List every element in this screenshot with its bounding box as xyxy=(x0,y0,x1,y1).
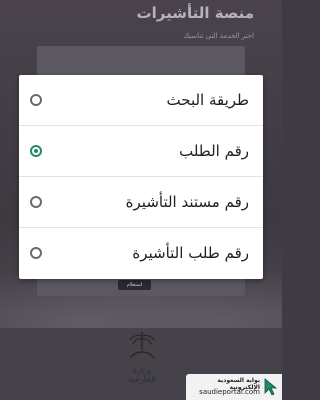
cursor-icon xyxy=(264,378,278,396)
ministry-label: وزارة الخارجية xyxy=(128,366,156,384)
option-visa-request-number[interactable]: رقم طلب التأشيرة xyxy=(19,228,263,278)
radio-button[interactable] xyxy=(30,247,42,259)
watermark-badge: بوابة السعودية الإلكترونية saudieportal.… xyxy=(186,374,282,400)
option-label: رقم الطلب xyxy=(179,142,249,160)
option-request-number[interactable]: رقم الطلب xyxy=(19,126,263,176)
page-subtitle: اختر الخدمة التي تناسبك xyxy=(183,32,254,40)
option-label: رقم طلب التأشيرة xyxy=(132,244,249,262)
radio-button[interactable] xyxy=(30,196,42,208)
search-method-dialog: طريقة البحث رقم الطلب رقم مستند التأشيرة… xyxy=(19,75,263,279)
option-search-method[interactable]: طريقة البحث xyxy=(19,75,263,125)
radio-button-selected[interactable] xyxy=(30,145,42,157)
option-visa-document-number[interactable]: رقم مستند التأشيرة xyxy=(19,177,263,227)
page-title: منصة التأشيرات xyxy=(136,4,254,22)
option-label: طريقة البحث xyxy=(166,91,249,109)
watermark-url: saudieportal.com xyxy=(199,388,260,396)
radio-button[interactable] xyxy=(30,94,42,106)
inquiry-button[interactable]: استعلام xyxy=(118,280,151,290)
palm-swords-emblem-icon xyxy=(129,332,155,359)
option-label: رقم مستند التأشيرة xyxy=(125,193,249,211)
